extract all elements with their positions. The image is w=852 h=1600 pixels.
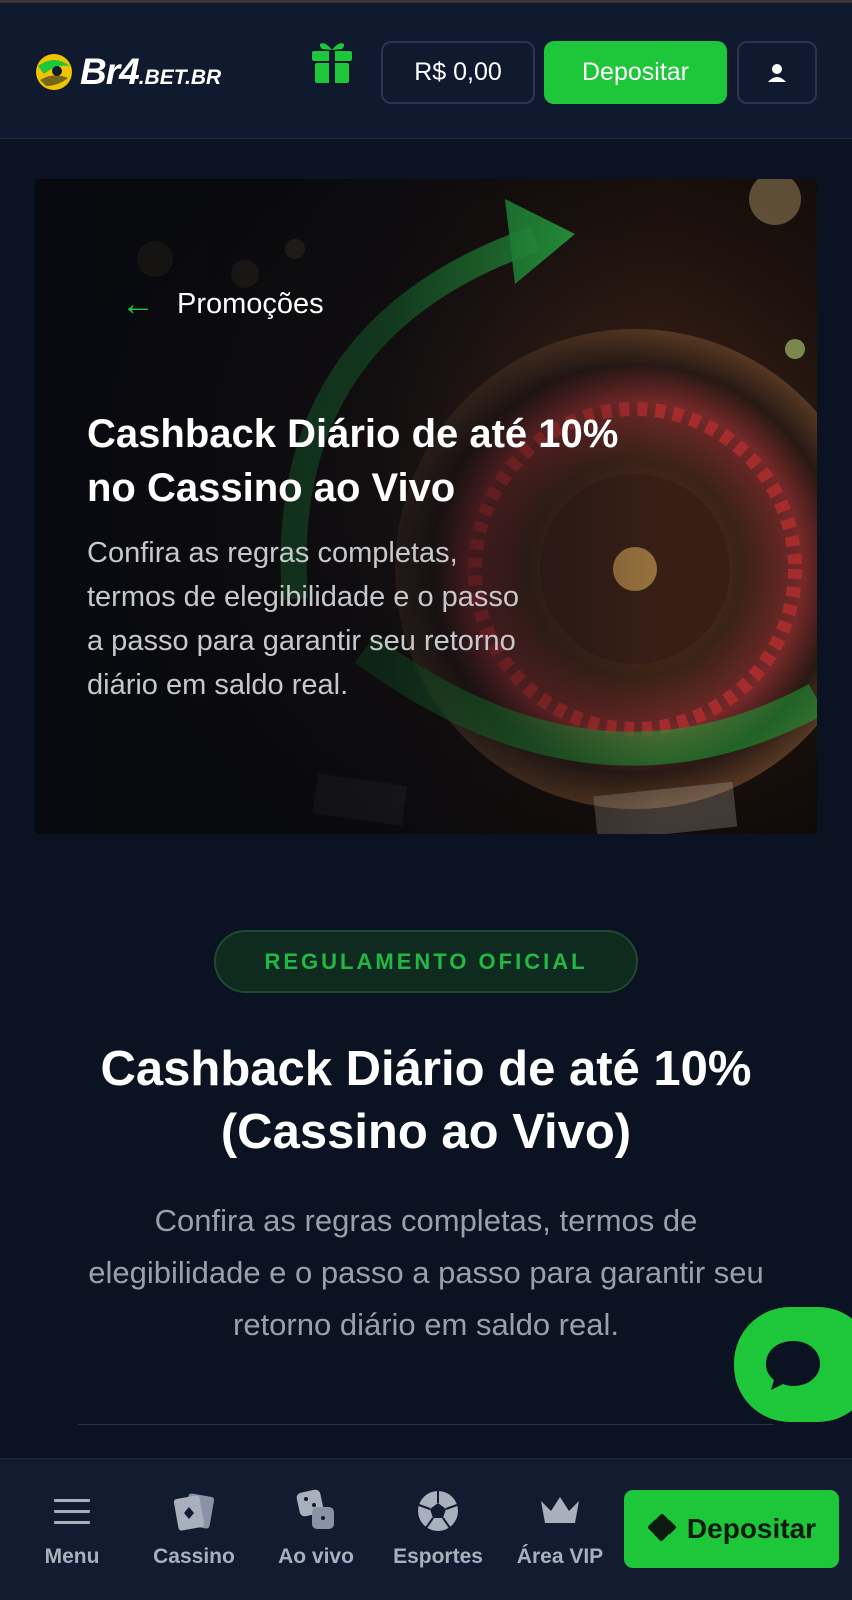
- promo-hero-banner: ← Promoções Cashback Diário de até 10% n…: [35, 179, 817, 834]
- balance-display[interactable]: R$ 0,00: [381, 41, 535, 104]
- logo-text: Br4.BET.BR: [80, 51, 222, 92]
- dice-icon: [294, 1489, 338, 1533]
- page-title: Cashback Diário de até 10% (Cassino ao V…: [100, 1042, 752, 1159]
- brand-logo[interactable]: Br4.BET.BR: [34, 47, 221, 97]
- nav-sports-label: Esportes: [393, 1545, 483, 1568]
- header: Br4.BET.BR R$ 0,00 Depositar: [0, 3, 852, 139]
- nav-casino[interactable]: Cassino: [139, 1489, 249, 1579]
- nav-menu-label: Menu: [44, 1545, 100, 1568]
- chat-bubble-icon: [766, 1340, 820, 1390]
- cards-icon: [172, 1489, 216, 1533]
- nav-vip[interactable]: Área VIP: [505, 1489, 615, 1579]
- nav-casino-label: Cassino: [153, 1545, 235, 1568]
- nav-sports[interactable]: Esportes: [383, 1489, 493, 1579]
- section-divider: [78, 1424, 774, 1425]
- back-to-promotions-link[interactable]: ← Promoções: [121, 287, 324, 321]
- back-link-label: Promoções: [177, 287, 324, 320]
- nav-live-label: Ao vivo: [278, 1545, 354, 1568]
- ball-logo-icon: [36, 54, 72, 90]
- menu-icon: [50, 1489, 94, 1533]
- bottom-navigation: Menu Cassino Ao vivo Esportes Área VIP D…: [0, 1458, 852, 1600]
- nav-deposit-label: Depositar: [686, 1513, 817, 1544]
- nav-live[interactable]: Ao vivo: [261, 1489, 371, 1579]
- nav-menu[interactable]: Menu: [17, 1489, 127, 1579]
- chat-button[interactable]: [734, 1307, 852, 1422]
- gift-icon[interactable]: [310, 37, 354, 85]
- deposit-button[interactable]: Depositar: [544, 41, 727, 104]
- soccer-ball-icon: [416, 1489, 460, 1533]
- hero-title: Cashback Diário de até 10% no Cassino ao…: [87, 412, 619, 510]
- nav-deposit-button[interactable]: Depositar: [624, 1490, 839, 1568]
- arrow-left-icon: ←: [121, 285, 155, 323]
- page-description: Confira as regras completas, termos de e…: [88, 1203, 764, 1342]
- nav-vip-label: Área VIP: [516, 1545, 604, 1568]
- user-icon: [768, 63, 786, 82]
- crown-icon: [538, 1489, 582, 1533]
- hero-description: Confira as regras completas, termos de e…: [87, 537, 520, 701]
- user-button[interactable]: [737, 41, 817, 104]
- diamond-icon: [647, 1514, 676, 1541]
- official-rules-badge: REGULAMENTO OFICIAL: [214, 930, 638, 993]
